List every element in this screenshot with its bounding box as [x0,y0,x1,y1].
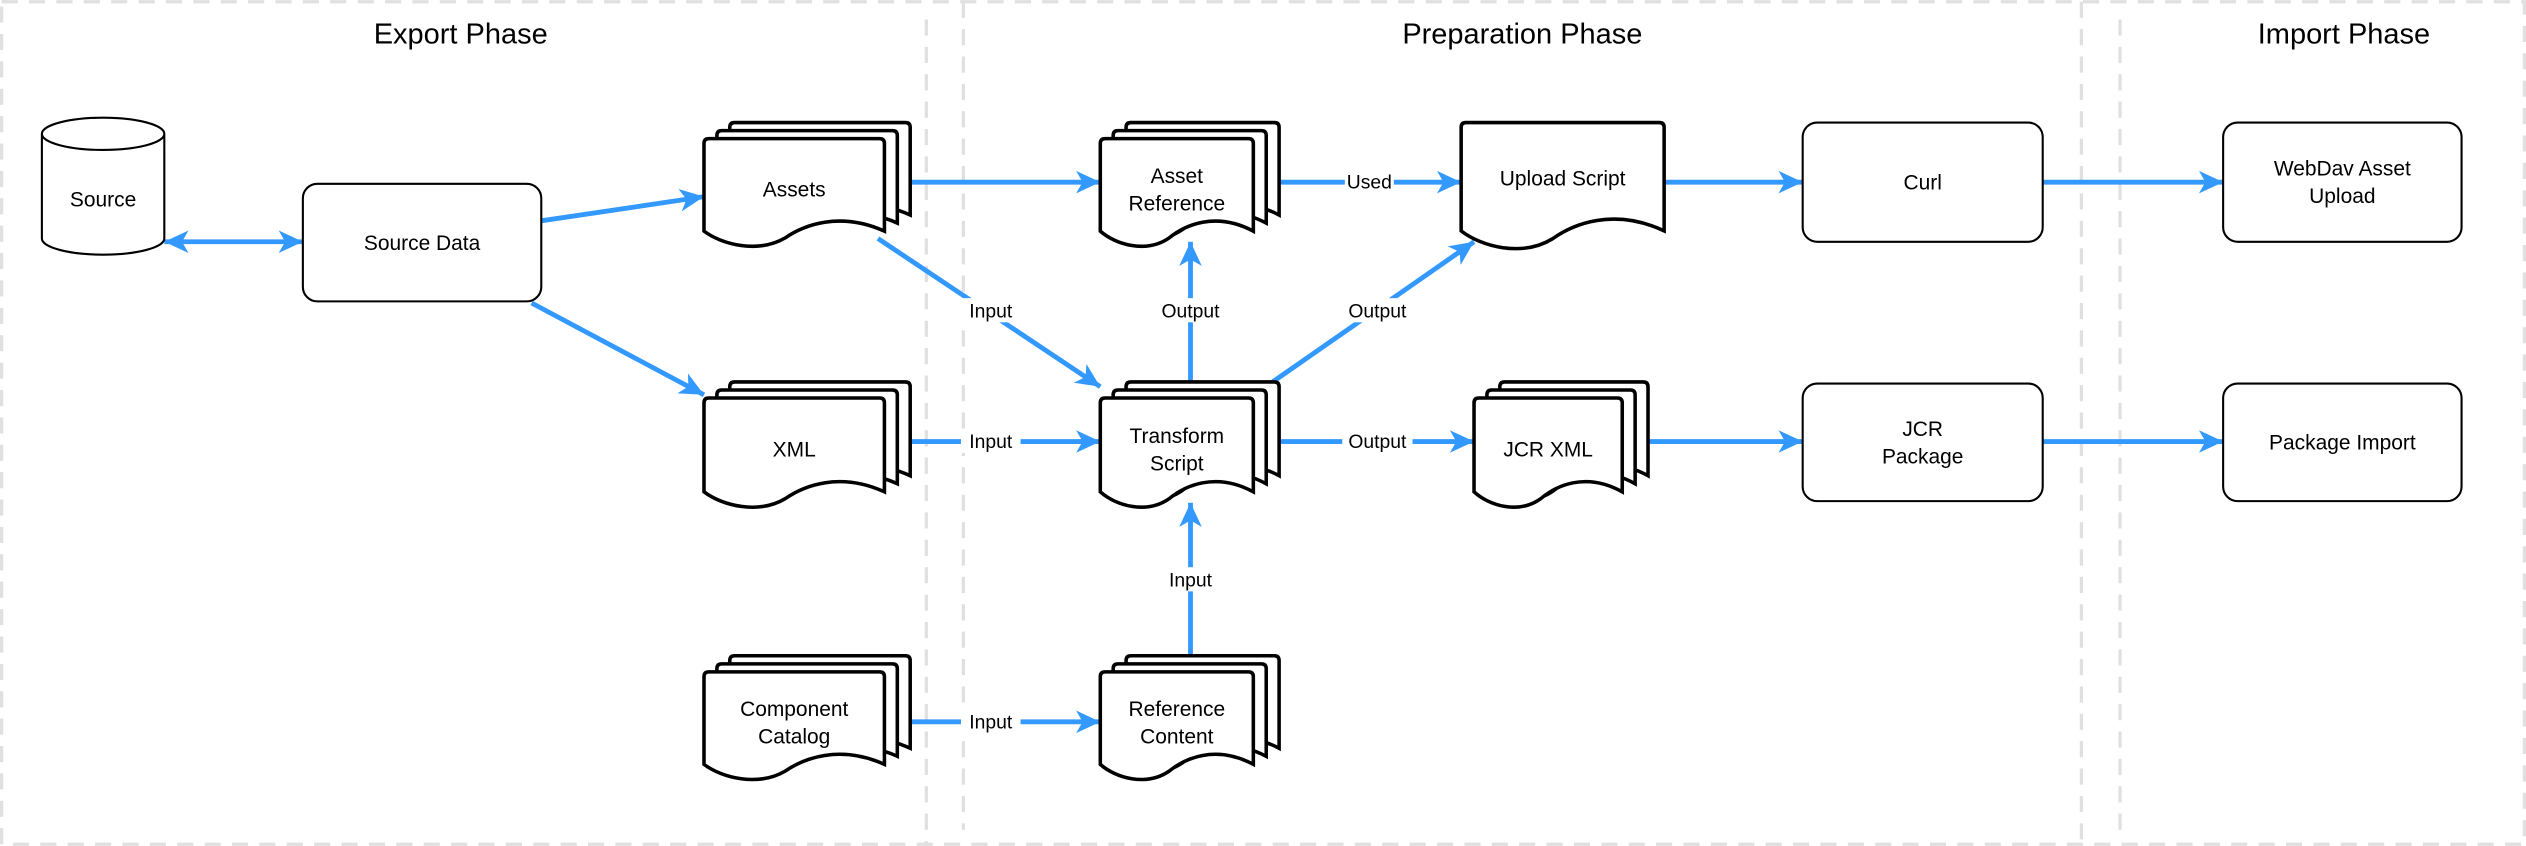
node-label: WebDav Asset [2274,158,2411,181]
node-label: XML [773,439,816,462]
edge-line [530,300,706,397]
node-assets[interactable]: Assets [702,120,912,249]
node-webdav-asset-upload[interactable]: WebDav Asset Upload [2222,121,2463,243]
edge-source-data-to-assets[interactable] [540,189,705,224]
edge-label: Input [969,432,1013,453]
phase-title-import: Import Phase [2258,19,2430,51]
node-label: Source [70,188,136,211]
arrowhead [1073,363,1101,387]
rounded-rect-shape [1801,382,2044,503]
edge-label: Output [1161,301,1220,322]
node-label: Upload Script [1500,167,1626,190]
node-label: Upload [2309,185,2375,208]
edge-jcr-package-to-package-import[interactable] [2042,430,2224,453]
node-label: Content [1140,726,1214,749]
edge-line [540,194,705,224]
node-label: Reference [1129,698,1226,721]
node-component-catalog[interactable]: Component Catalog [702,654,912,782]
edge-label: Used [1347,173,1392,194]
node-label: Source Data [364,232,481,255]
edge-label: Input [969,712,1013,733]
edge-curl-to-webdav-asset-upload[interactable] [2042,170,2224,194]
node-source[interactable]: Source [40,116,166,256]
node-label: Asset [1151,165,1204,188]
node-label: JCR [1902,418,1943,441]
cylinder-shape [40,116,166,256]
node-curl[interactable]: Curl [1801,121,2044,243]
node-label: Assets [763,179,826,202]
edge-upload-script-to-curl[interactable] [1664,170,1803,194]
node-label: Curl [1903,171,1941,194]
node-reference-content[interactable]: Reference Content [1098,654,1281,782]
node-label: Package Import [2269,432,2416,455]
node-label: Script [1150,452,1204,475]
edge-source-data-to-xml[interactable] [530,300,706,397]
node-transform-script[interactable]: Transform Script [1098,380,1281,509]
node-label: Transform [1130,425,1225,448]
node-package-import[interactable]: Package Import [2222,382,2463,503]
node-label: JCR XML [1503,439,1593,462]
edge-label: Input [1169,571,1213,592]
edge-label: Output [1348,432,1407,453]
edge-source-to-source-data[interactable] [164,230,303,254]
phase-flow-diagram: Export Phase Preparation Phase Import Ph… [0,0,2526,846]
node-source-data[interactable]: Source Data [301,182,543,303]
node-jcr-package[interactable]: JCR Package [1801,382,2044,503]
nodes: Source Source Data Assets XML Component Catal… [40,116,2463,782]
node-asset-reference[interactable]: Asset Reference [1098,120,1281,248]
phase-title-preparation: Preparation Phase [1402,19,1642,51]
edge-jcr-xml-to-jcr-package[interactable] [1648,430,1803,453]
node-xml[interactable]: XML [702,380,912,509]
edge-label: Output [1348,301,1407,322]
rounded-rect-shape [2222,121,2463,243]
node-label: Reference [1129,192,1226,215]
node-jcr-xml[interactable]: JCR XML [1472,380,1650,509]
arrowhead [1447,241,1475,265]
node-label: Component [740,698,848,721]
node-label: Catalog [758,726,830,749]
edge-assets-to-asset-reference[interactable] [882,170,1101,194]
edge-label: Input [969,301,1013,322]
phase-title-export: Export Phase [374,19,548,51]
node-upload-script[interactable]: Upload Script [1459,120,1666,251]
node-label: Package [1882,445,1963,468]
